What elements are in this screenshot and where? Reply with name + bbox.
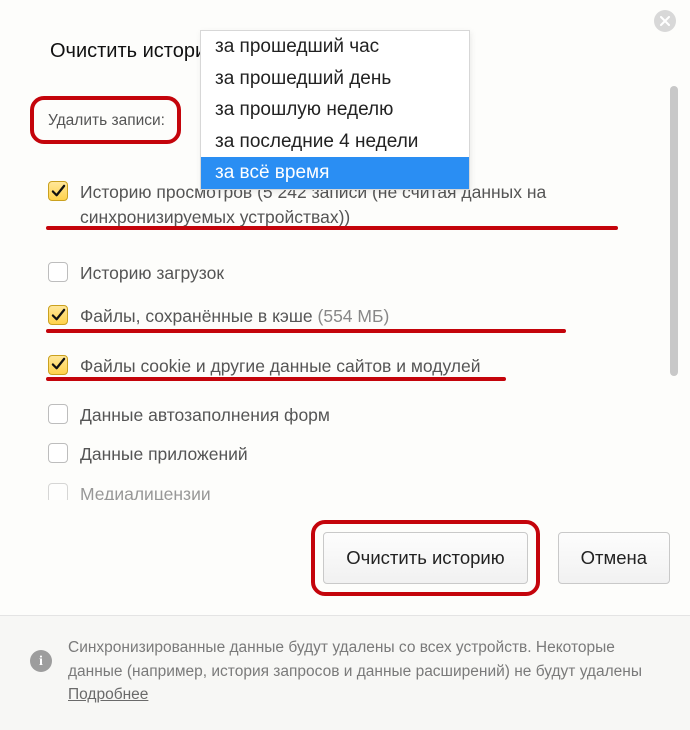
dropdown-item-4weeks[interactable]: за последние 4 недели bbox=[201, 126, 469, 158]
checkbox-icon[interactable] bbox=[48, 404, 68, 424]
cancel-button[interactable]: Отмена bbox=[558, 532, 670, 584]
time-range-dropdown[interactable]: за прошедший час за прошедший день за пр… bbox=[200, 30, 470, 190]
option-app-data[interactable]: Данные приложений bbox=[48, 442, 650, 467]
scrollbar[interactable] bbox=[670, 86, 678, 496]
dialog-buttons: Очистить историю Отмена bbox=[0, 520, 670, 596]
checkbox-icon[interactable] bbox=[48, 262, 68, 282]
annotation-underline bbox=[46, 329, 566, 333]
annotation-highlight: Очистить историю bbox=[311, 520, 539, 596]
option-cookies[interactable]: Файлы cookie и другие данные сайтов и мо… bbox=[48, 354, 650, 379]
option-label: Данные автозаполнения форм bbox=[80, 403, 330, 428]
checkbox-icon[interactable] bbox=[48, 443, 68, 463]
annotation-underline bbox=[46, 226, 618, 230]
delete-records-label: Удалить записи: bbox=[30, 96, 181, 144]
option-cached-files[interactable]: Файлы, сохранённые в кэше (554 МБ) bbox=[48, 304, 650, 329]
info-icon: i bbox=[30, 650, 52, 672]
option-label: Файлы, сохранённые в кэше (554 МБ) bbox=[80, 304, 389, 329]
option-autofill[interactable]: Данные автозаполнения форм bbox=[48, 403, 650, 428]
annotation-underline bbox=[46, 377, 506, 381]
scrollbar-thumb[interactable] bbox=[670, 86, 678, 376]
dropdown-item-week[interactable]: за прошлую неделю bbox=[201, 94, 469, 126]
dropdown-item-hour[interactable]: за прошедший час bbox=[201, 31, 469, 63]
checkbox-icon[interactable] bbox=[48, 483, 68, 500]
checkbox-icon[interactable] bbox=[48, 355, 68, 375]
clear-history-button[interactable]: Очистить историю bbox=[323, 532, 527, 584]
checkbox-icon[interactable] bbox=[48, 181, 68, 201]
options-list: Историю просмотров (5 242 записи (не счи… bbox=[0, 170, 680, 500]
more-link[interactable]: Подробнее bbox=[68, 686, 148, 703]
option-label: Файлы cookie и другие данные сайтов и мо… bbox=[80, 354, 481, 379]
checkbox-icon[interactable] bbox=[48, 305, 68, 325]
option-download-history[interactable]: Историю загрузок bbox=[48, 261, 650, 286]
footer-text: Синхронизированные данные будут удалены … bbox=[68, 636, 660, 706]
dialog-title: Очистить историю bbox=[50, 40, 221, 63]
option-media-licenses[interactable]: Медиалицензии bbox=[48, 482, 650, 500]
close-icon[interactable] bbox=[654, 10, 676, 32]
option-label: Историю загрузок bbox=[80, 261, 224, 286]
sync-info-footer: i Синхронизированные данные будут удален… bbox=[0, 615, 690, 730]
dropdown-item-day[interactable]: за прошедший день bbox=[201, 63, 469, 95]
option-label: Медиалицензии bbox=[80, 482, 211, 500]
clear-history-dialog: Очистить историю Удалить записи: за прош… bbox=[0, 0, 690, 730]
option-label: Данные приложений bbox=[80, 442, 248, 467]
dropdown-item-alltime[interactable]: за всё время bbox=[201, 157, 469, 189]
